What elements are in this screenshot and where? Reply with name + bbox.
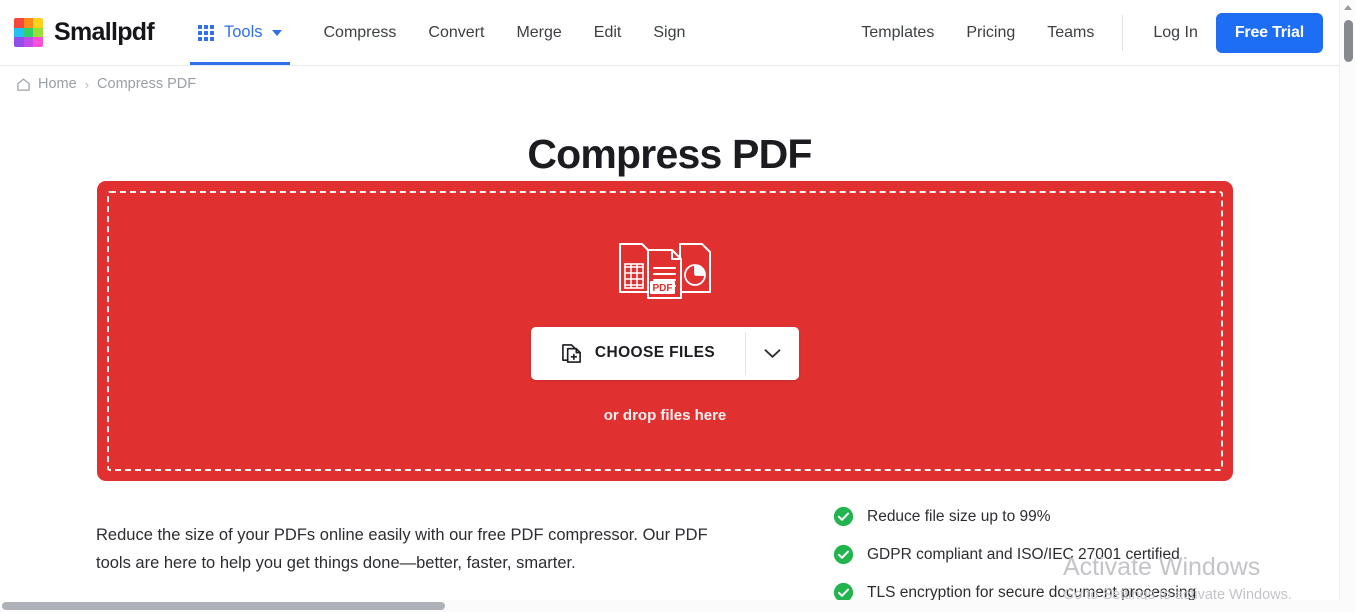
vertical-scrollbar[interactable]	[1339, 0, 1355, 612]
browser-page: Smallpdf Tools Compress Convert Merge Ed…	[0, 0, 1355, 612]
add-file-icon	[561, 343, 581, 363]
horizontal-scrollbar[interactable]	[0, 600, 1339, 612]
nav-right-group: Templates Pricing Teams Log In Free Tria…	[845, 0, 1339, 65]
feature-label: TLS encryption for secure document proce…	[867, 583, 1197, 601]
breadcrumb-home-label: Home	[38, 76, 77, 92]
page-title: Compress PDF	[527, 131, 812, 178]
nav-divider	[1122, 14, 1124, 51]
check-circle-icon	[833, 544, 854, 565]
nav-link-compress[interactable]: Compress	[308, 24, 413, 42]
smallpdf-logo-icon	[14, 18, 43, 47]
check-circle-icon	[833, 506, 854, 527]
nav-link-sign[interactable]: Sign	[637, 24, 701, 42]
nav-link-templates[interactable]: Templates	[845, 24, 950, 42]
chevron-down-icon	[764, 348, 781, 358]
nav-link-pricing[interactable]: Pricing	[950, 24, 1031, 42]
scroll-up-arrow-icon[interactable]	[1344, 5, 1352, 10]
vertical-scrollbar-thumb[interactable]	[1343, 20, 1353, 62]
feature-item: GDPR compliant and ISO/IEC 27001 certifi…	[833, 544, 1303, 565]
login-link[interactable]: Log In	[1135, 24, 1215, 42]
feature-label: GDPR compliant and ISO/IEC 27001 certifi…	[867, 545, 1180, 563]
breadcrumb-current: Compress PDF	[97, 76, 197, 92]
grid-dots-icon	[197, 24, 214, 41]
choose-files-label: CHOOSE FILES	[594, 344, 716, 361]
primary-nav-links: Compress Convert Merge Edit Sign	[308, 24, 702, 42]
drop-files-hint: or drop files here	[603, 406, 727, 424]
horizontal-scrollbar-thumb[interactable]	[2, 602, 445, 610]
home-icon	[17, 78, 30, 91]
free-trial-button[interactable]: Free Trial	[1215, 12, 1323, 53]
breadcrumb: Home › Compress PDF	[0, 66, 1339, 102]
choose-files-button[interactable]: CHOOSE FILES	[530, 326, 746, 380]
chevron-down-icon	[271, 29, 282, 36]
feature-label: Reduce file size up to 99%	[867, 507, 1051, 525]
choose-files-dropdown-button[interactable]	[746, 326, 800, 380]
nav-link-edit[interactable]: Edit	[578, 24, 638, 42]
feature-item: Reduce file size up to 99%	[833, 506, 1303, 527]
nav-link-teams[interactable]: Teams	[1031, 24, 1110, 42]
top-navigation-bar: Smallpdf Tools Compress Convert Merge Ed…	[0, 0, 1339, 66]
pdf-badge-text: PDF	[653, 283, 673, 294]
brand-logo-link[interactable]: Smallpdf	[14, 0, 155, 65]
nav-link-merge[interactable]: Merge	[500, 24, 577, 42]
pdf-documents-illustration: PDF	[616, 239, 714, 301]
choose-files-button-group: CHOOSE FILES	[530, 326, 800, 380]
nav-link-convert[interactable]: Convert	[412, 24, 500, 42]
pdf-files-icon: PDF	[619, 242, 711, 299]
file-dropzone[interactable]: PDF CHOOSE FILES or drop files here	[97, 181, 1233, 481]
feature-list: Reduce file size up to 99% GDPR complian…	[833, 506, 1303, 612]
nav-left-group: Smallpdf Tools Compress Convert Merge Ed…	[0, 0, 701, 65]
breadcrumb-home-link[interactable]: Home	[16, 76, 77, 92]
brand-name-text: Smallpdf	[54, 18, 155, 46]
tools-menu-button[interactable]: Tools	[189, 0, 290, 65]
active-tab-underline	[189, 62, 290, 65]
dropzone-dashed-area: PDF CHOOSE FILES or drop files here	[107, 191, 1223, 471]
page-description: Reduce the size of your PDFs online easi…	[96, 525, 708, 572]
scrollbar-corner	[1339, 600, 1355, 612]
breadcrumb-separator: ›	[84, 76, 90, 92]
tools-menu-label: Tools	[223, 23, 263, 41]
